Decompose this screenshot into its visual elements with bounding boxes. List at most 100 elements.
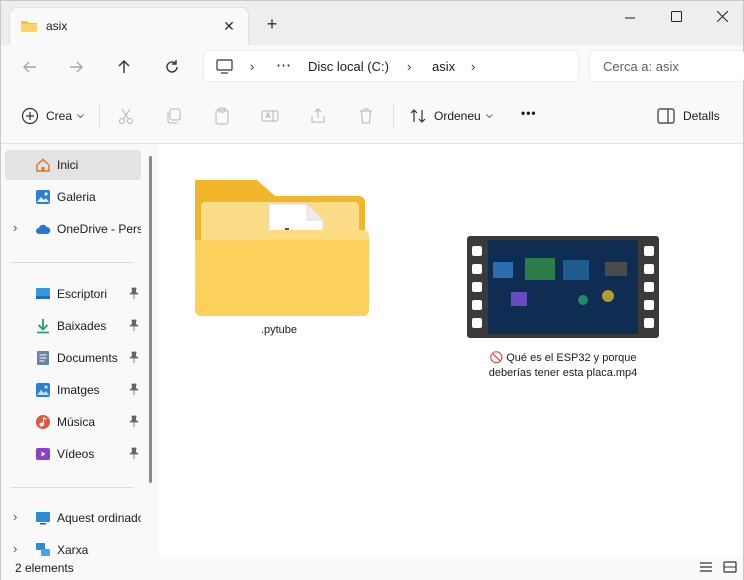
close-window-button[interactable]	[699, 5, 744, 29]
sidebar-item-musica[interactable]: Música	[5, 407, 141, 437]
arrow-up-icon	[118, 60, 130, 73]
details-view-icon[interactable]	[699, 561, 715, 575]
address-bar[interactable]: › ⋯ Disc local (C:) › asix ›	[203, 50, 579, 82]
file-item-video[interactable]: 🚫 Qué es el ESP32 y porque deberías tene…	[463, 232, 663, 381]
file-name-line2: deberías tener esta placa.mp4	[488, 367, 638, 379]
sidebar-item-imatges[interactable]: Imatges	[5, 375, 141, 405]
sidebar-divider	[11, 262, 133, 263]
computer-icon	[35, 510, 51, 526]
toolbar-divider	[393, 103, 394, 129]
tab-title: asix	[46, 19, 68, 33]
share-icon	[311, 108, 325, 123]
minimize-icon	[625, 17, 635, 19]
details-label: Detalls	[683, 109, 720, 123]
plus-circle-icon	[21, 107, 39, 125]
folder-icon	[20, 19, 38, 36]
chevron-down-icon	[486, 114, 493, 119]
file-name-line1: 🚫 Qué es el ESP32 y porque	[489, 352, 637, 364]
sidebar-divider	[11, 487, 133, 488]
maximize-icon	[670, 11, 682, 22]
sidebar-item-escriptori[interactable]: Escriptori	[5, 279, 141, 309]
video-thumbnail	[467, 236, 659, 338]
close-icon	[716, 10, 728, 23]
sidebar-item-onedrive[interactable]: › OneDrive - Perso	[5, 214, 141, 244]
arrow-left-icon	[23, 61, 36, 73]
scissors-icon	[119, 108, 133, 124]
pin-icon[interactable]	[128, 415, 140, 427]
sidebar-item-baixades[interactable]: Baixades	[5, 311, 141, 341]
title-bar: asix ✕ +	[1, 1, 743, 45]
forward-button[interactable]	[63, 54, 89, 80]
arrow-right-icon	[70, 61, 83, 73]
clipboard-icon	[215, 107, 229, 125]
sidebar-item-videos[interactable]: Vídeos	[5, 439, 141, 469]
navigation-pane: Inici Galeria › OneDrive - Perso Escript…	[1, 144, 159, 557]
breadcrumb-separator[interactable]: ›	[471, 59, 475, 74]
share-button[interactable]	[309, 103, 329, 129]
item-count: 2 elements	[15, 561, 74, 575]
address-row: › ⋯ Disc local (C:) › asix › Cerca a: as…	[1, 45, 744, 87]
details-pane-icon	[657, 108, 675, 124]
sidebar-item-aquest-ordinador[interactable]: › Aquest ordinador	[5, 503, 141, 533]
trash-icon	[360, 108, 372, 124]
chevron-right-icon[interactable]: ›	[13, 509, 17, 524]
more-icon: •••	[521, 106, 537, 120]
breadcrumb-asix[interactable]: asix	[432, 59, 455, 74]
sidebar-scrollbar[interactable]	[149, 156, 152, 483]
copy-icon	[167, 108, 181, 124]
breadcrumb-overflow[interactable]: ⋯	[276, 56, 291, 74]
tiles-view-icon[interactable]	[723, 561, 739, 575]
search-input[interactable]: Cerca a: asix	[589, 50, 744, 82]
command-bar: Crea Ordeneu ••• Detalls	[1, 87, 743, 144]
back-button[interactable]	[17, 54, 43, 80]
file-item-folder[interactable]: .pytube	[189, 174, 369, 338]
tab-asix[interactable]: asix ✕	[9, 7, 249, 45]
pin-icon[interactable]	[128, 447, 140, 459]
gallery-icon	[35, 189, 51, 205]
status-bar: 2 elements	[1, 556, 743, 580]
breadcrumb-separator[interactable]: ›	[407, 59, 411, 74]
home-icon	[35, 157, 51, 173]
sort-icon	[410, 109, 426, 123]
create-label: Crea	[46, 109, 73, 123]
create-button[interactable]: Crea	[21, 103, 87, 129]
new-tab-button[interactable]: +	[261, 13, 283, 35]
refresh-icon	[166, 60, 178, 73]
refresh-button[interactable]	[159, 54, 185, 80]
tab-close-icon[interactable]: ✕	[220, 17, 238, 35]
delete-button[interactable]	[357, 103, 377, 129]
chevron-right-icon[interactable]: ›	[13, 220, 17, 235]
sort-label: Ordeneu	[434, 109, 481, 123]
up-button[interactable]	[111, 54, 137, 80]
sidebar-item-galeria[interactable]: Galeria	[5, 182, 141, 212]
maximize-button[interactable]	[653, 5, 699, 29]
pin-icon[interactable]	[128, 287, 140, 299]
videos-icon	[35, 446, 51, 462]
file-list-area: .pytube 🚫 Qué es el ESP32 y porque deber…	[159, 144, 743, 556]
download-icon	[35, 318, 51, 334]
cloud-icon	[35, 221, 51, 237]
more-options-button[interactable]: •••	[520, 103, 542, 129]
file-explorer-window: asix ✕ + › ⋯ Disc local (C:) › asix › Ce…	[0, 0, 744, 580]
folder-large-icon	[195, 180, 369, 316]
paste-button[interactable]	[213, 103, 233, 129]
file-name: .pytube	[260, 324, 298, 336]
sidebar-item-documents[interactable]: Documents	[5, 343, 141, 373]
copy-button[interactable]	[165, 103, 185, 129]
cut-button[interactable]	[117, 103, 137, 129]
minimize-button[interactable]	[607, 5, 653, 29]
details-button[interactable]: Detalls	[657, 103, 727, 129]
search-placeholder: Cerca a: asix	[603, 59, 679, 74]
sidebar-item-inici[interactable]: Inici	[5, 150, 141, 180]
pin-icon[interactable]	[128, 351, 140, 363]
sort-button[interactable]: Ordeneu	[409, 103, 499, 129]
toolbar-divider	[99, 103, 100, 129]
pictures-icon	[35, 382, 51, 398]
rename-button[interactable]	[261, 103, 281, 129]
pin-icon[interactable]	[128, 319, 140, 331]
pin-icon[interactable]	[128, 383, 140, 395]
chevron-right-icon[interactable]: ›	[13, 541, 17, 556]
documents-icon	[35, 350, 51, 366]
breadcrumb-separator[interactable]: ›	[250, 59, 254, 74]
breadcrumb-disc-local[interactable]: Disc local (C:)	[308, 59, 389, 74]
